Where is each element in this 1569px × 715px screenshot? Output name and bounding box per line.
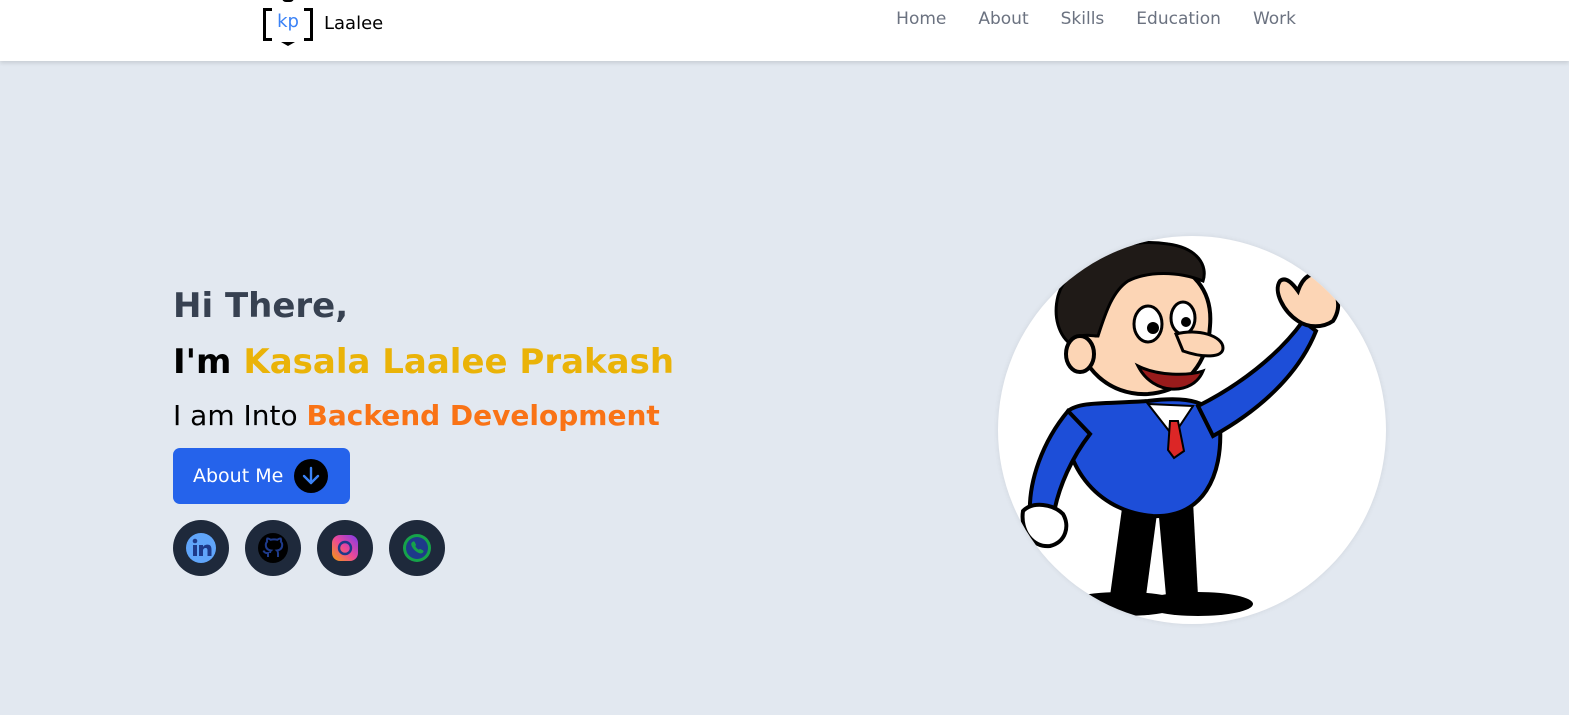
github-icon[interactable] [245,520,301,576]
nav-about[interactable]: About [978,9,1028,29]
name-heading: I'm Kasala Laalee Prakash [173,338,674,386]
about-me-button[interactable]: About Me [173,448,350,504]
nav-education[interactable]: Education [1136,9,1221,29]
social-links [173,520,674,576]
greeting: Hi There, [173,286,349,326]
hero-content: Hi There, I'm Kasala Laalee Prakash I am… [173,282,674,576]
nav-skills[interactable]: Skills [1061,9,1105,29]
logo-mark: kp [263,0,313,47]
profile-avatar [998,236,1386,624]
role-line: I am Into Backend Development [173,396,674,436]
role-text: Backend Development [306,399,660,432]
whatsapp-icon[interactable] [389,520,445,576]
brand-name: Laalee [324,12,384,34]
arrow-down-icon [294,459,329,493]
im-text: I'm [173,342,232,382]
linkedin-icon[interactable] [173,520,229,576]
nav-home[interactable]: Home [896,9,946,29]
nav-menu: Home About Skills Education Work [896,9,1296,29]
full-name: Kasala Laalee Prakash [243,342,675,382]
nav-work[interactable]: Work [1253,9,1296,29]
role-prefix: I am Into [173,399,298,432]
brand-logo[interactable]: kp Laalee [263,0,383,48]
cartoon-character-image [1020,241,1341,616]
about-me-label: About Me [193,465,284,487]
navbar: kp Laalee Home About Skills Education Wo… [0,0,1569,61]
instagram-icon[interactable] [317,520,373,576]
